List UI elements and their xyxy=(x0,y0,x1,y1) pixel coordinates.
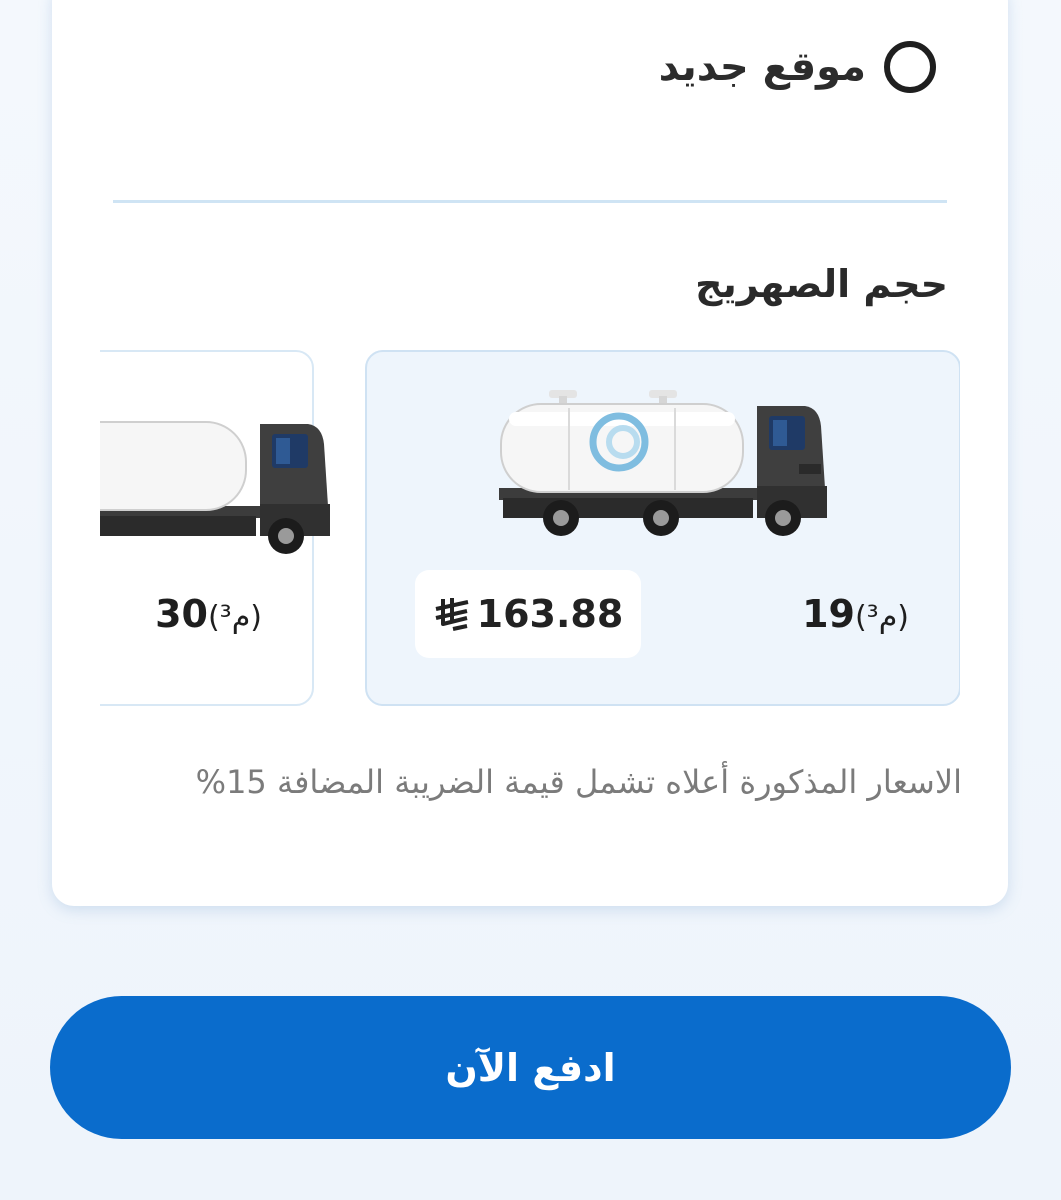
vat-note: الاسعار المذكورة أعلاه تشمل قيمة الضريبة… xyxy=(195,763,962,801)
price-box: 163.88 xyxy=(415,570,641,658)
tanker-size-label: 19(م³) xyxy=(802,592,909,636)
tanker-size-unit: (م³) xyxy=(207,600,262,635)
tanker-size-title: حجم الصهريج xyxy=(695,262,948,306)
tanker-option-19[interactable]: 19(م³) 163.88 xyxy=(365,350,960,706)
tanker-size-number: 19 xyxy=(802,592,855,636)
tanker-size-label: 30(م³) xyxy=(155,592,262,636)
tanker-size-carousel[interactable]: 19(م³) 163.88 30(م³) xyxy=(100,348,960,708)
water-tanker-truck-icon xyxy=(100,421,330,554)
saudi-riyal-icon xyxy=(435,598,469,631)
tanker-size-number: 30 xyxy=(155,592,208,636)
section-divider xyxy=(113,200,947,203)
tanker-option-30[interactable]: 30(م³) xyxy=(100,350,330,706)
new-location-option[interactable]: موقع جديد xyxy=(659,32,936,102)
new-location-label: موقع جديد xyxy=(658,44,866,90)
water-tanker-truck-icon xyxy=(499,390,827,536)
price-value: 163.88 xyxy=(476,592,624,636)
pay-now-button[interactable]: ادفع الآن xyxy=(50,996,1011,1139)
tanker-size-unit: (م³) xyxy=(854,600,909,635)
order-card: موقع جديد حجم الصهريج 19(م³) 163.88 30(م… xyxy=(52,0,1008,906)
radio-button-icon[interactable] xyxy=(884,41,936,93)
